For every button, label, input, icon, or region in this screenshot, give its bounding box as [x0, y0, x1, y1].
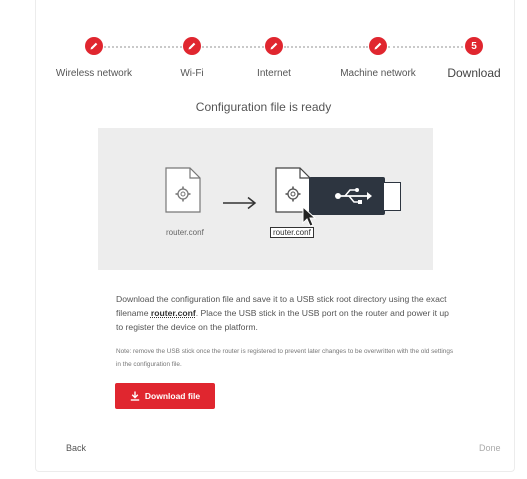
- usb-connector: [384, 182, 401, 211]
- download-file-button[interactable]: Download file: [115, 383, 215, 409]
- step-label-machine-network[interactable]: Machine network: [340, 68, 416, 79]
- instructions-text: Download the configuration file and save…: [116, 292, 456, 334]
- arrow-right-icon: [223, 196, 257, 210]
- step-connector: [202, 46, 264, 48]
- step-label-download: Download: [447, 66, 501, 80]
- step-connector: [388, 46, 463, 48]
- step-2-pencil-icon[interactable]: [183, 37, 201, 55]
- step-label-internet[interactable]: Internet: [257, 68, 291, 79]
- page-title: Configuration file is ready: [195, 100, 332, 114]
- note-text: Note: remove the USB stick once the rout…: [116, 348, 454, 368]
- download-icon: [130, 391, 140, 401]
- done-button[interactable]: Done: [479, 443, 501, 453]
- step-5-number-text: 5: [471, 40, 477, 52]
- step-connector: [284, 46, 368, 48]
- step-connector: [104, 46, 182, 48]
- download-file-label: Download file: [144, 391, 201, 401]
- back-button[interactable]: Back: [66, 443, 86, 453]
- step-label-wifi[interactable]: Wi-Fi: [180, 68, 203, 79]
- config-file-icon: [165, 167, 201, 213]
- target-file-caption: router.conf: [270, 227, 314, 238]
- step-1-pencil-icon[interactable]: [85, 37, 103, 55]
- step-3-pencil-icon[interactable]: [265, 37, 283, 55]
- filename-highlight: router.conf: [150, 308, 196, 318]
- source-file-caption: router.conf: [166, 228, 204, 237]
- cursor-icon: [302, 206, 316, 227]
- step-4-pencil-icon[interactable]: [369, 37, 387, 55]
- stepper: 5 Wireless network Wi-Fi Internet Machin…: [0, 0, 527, 90]
- step-label-wireless-network[interactable]: Wireless network: [56, 68, 132, 79]
- step-5-number: 5: [465, 37, 483, 55]
- usb-icon: [335, 188, 372, 204]
- usb-stick: [309, 177, 385, 215]
